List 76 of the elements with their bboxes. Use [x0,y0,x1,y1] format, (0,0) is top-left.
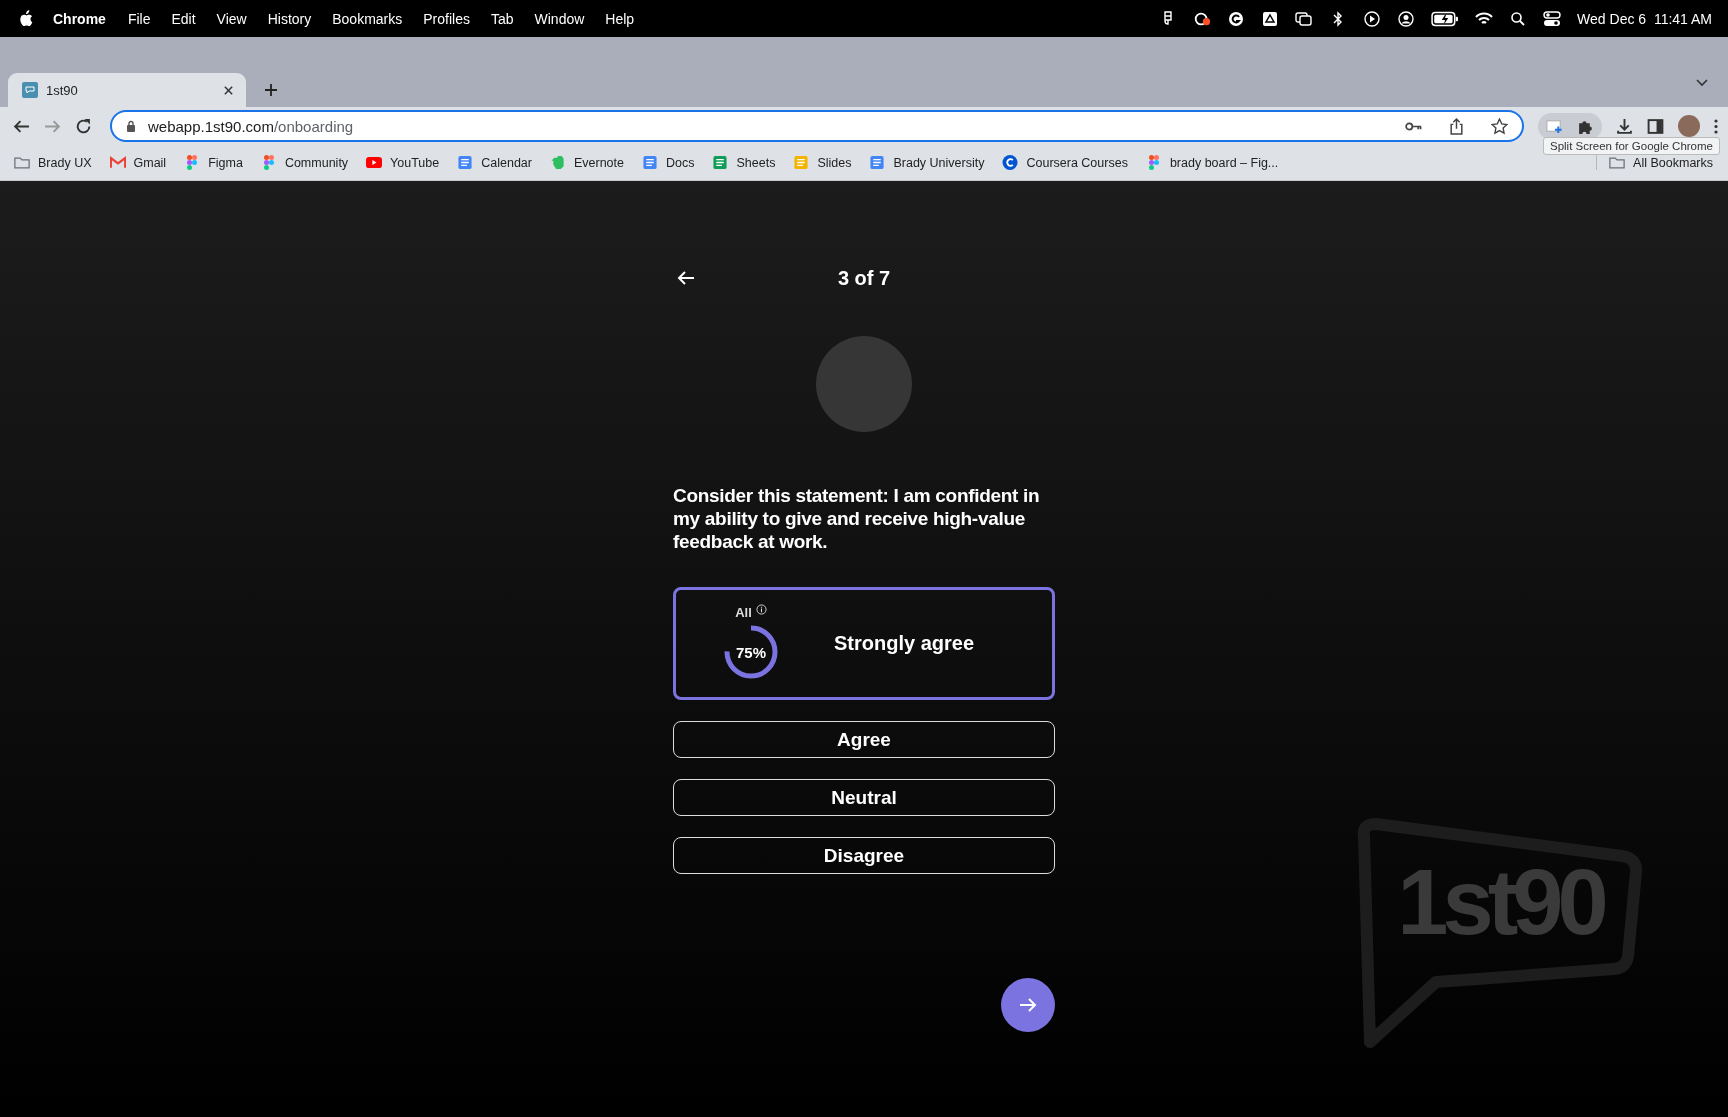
bookmark-item[interactable]: Gmail [109,155,167,170]
bookmark-item[interactable]: Slides [793,155,852,170]
cloud-icon[interactable] [1193,10,1212,27]
windows-icon[interactable] [1295,10,1314,27]
control-center-icon[interactable] [1543,10,1562,27]
folder-icon [14,155,30,170]
drive-icon[interactable] [1261,10,1280,27]
bookmark-item[interactable]: YouTube [366,155,440,170]
answer-option[interactable]: All 75% Strongly agree [673,587,1055,700]
filter-label: All [735,605,752,620]
close-icon[interactable] [223,84,234,96]
browser-tab[interactable]: 1st90 [8,73,246,107]
c-logo-icon [1002,155,1019,170]
option-label: Strongly agree [832,632,975,655]
menu-item[interactable]: Tab [490,10,514,27]
answer-option[interactable]: Agree [673,721,1055,758]
play-icon[interactable] [1363,10,1382,27]
menu-item[interactable]: File [127,10,151,27]
next-button[interactable] [1001,978,1055,1032]
answer-option[interactable]: Neutral [673,779,1055,816]
battery-icon[interactable] [1431,10,1460,27]
document-icon [642,155,658,170]
play-button-icon [366,155,383,170]
bookmark-item[interactable]: Community [260,155,349,170]
envelope-icon [109,155,126,170]
more-menu-icon[interactable] [1714,117,1718,135]
bookmark-item[interactable]: Evernote [549,155,624,170]
folder-icon [1609,155,1626,170]
answer-option[interactable]: Disagree [673,837,1055,874]
menu-item[interactable]: Help [605,10,635,27]
document-icon [712,155,729,170]
document-icon [457,155,474,170]
menu-item[interactable]: View [216,10,247,27]
user-icon[interactable] [1397,10,1416,27]
speech-bubble-icon [22,82,38,98]
apple-logo-icon[interactable] [18,10,33,27]
lock-icon [126,120,136,132]
info-icon[interactable] [755,604,767,615]
bookmark-item[interactable]: Brady University [869,155,985,170]
document-icon [793,155,810,170]
bookmark-item[interactable]: brady board – Fig... [1145,155,1279,170]
split-screen-icon[interactable] [1546,117,1563,135]
profile-avatar[interactable] [1678,115,1700,137]
bookmark-item[interactable]: Coursera Courses [1002,155,1128,170]
menu-item[interactable]: Window [534,10,585,27]
menu-item[interactable]: Edit [171,10,196,27]
step-counter: 3 of 7 [837,266,891,290]
star-icon[interactable] [1491,117,1508,135]
document-icon [869,155,886,170]
arrow-right-icon [1019,997,1037,1013]
plus-icon[interactable] [264,83,278,97]
url-text: webapp.1st90.com/onboarding [148,117,354,135]
bookmark-item[interactable]: Sheets [712,155,776,170]
menu-item[interactable]: Profiles [423,10,470,27]
bookmark-item[interactable]: Figma [184,155,243,170]
menu-item[interactable]: History [267,10,312,27]
wifi-icon[interactable] [1475,10,1494,27]
side-panel-icon[interactable] [1647,117,1664,135]
bookmark-item[interactable]: Docs [642,155,695,170]
chevron-down-icon[interactable] [1696,79,1708,87]
tooltip: Split Screen for Google Chrome [1543,137,1720,155]
percent-text: 75% [736,643,766,661]
address-bar[interactable]: webapp.1st90.com/onboarding [110,110,1524,142]
tab-title: 1st90 [46,82,79,98]
all-bookmarks-button[interactable]: All Bookmarks [1596,155,1713,170]
share-icon[interactable] [1448,117,1465,135]
menu-item[interactable]: Chrome [53,10,106,27]
bookmark-item[interactable]: Brady UX [14,155,92,170]
bookmark-item[interactable]: Calendar [457,155,532,170]
download-icon[interactable] [1616,117,1633,135]
question-text: Consider this statement: I am confident in my ability to give and receive high-value feedback at work. [673,484,1041,553]
grammar-icon[interactable] [1227,10,1246,27]
back-arrow-icon[interactable] [677,270,695,286]
reload-icon[interactable] [75,117,92,135]
menu-clock[interactable]: Wed Dec 6 11:41 AM [1577,10,1712,27]
menu-item[interactable]: Bookmarks [332,10,403,27]
